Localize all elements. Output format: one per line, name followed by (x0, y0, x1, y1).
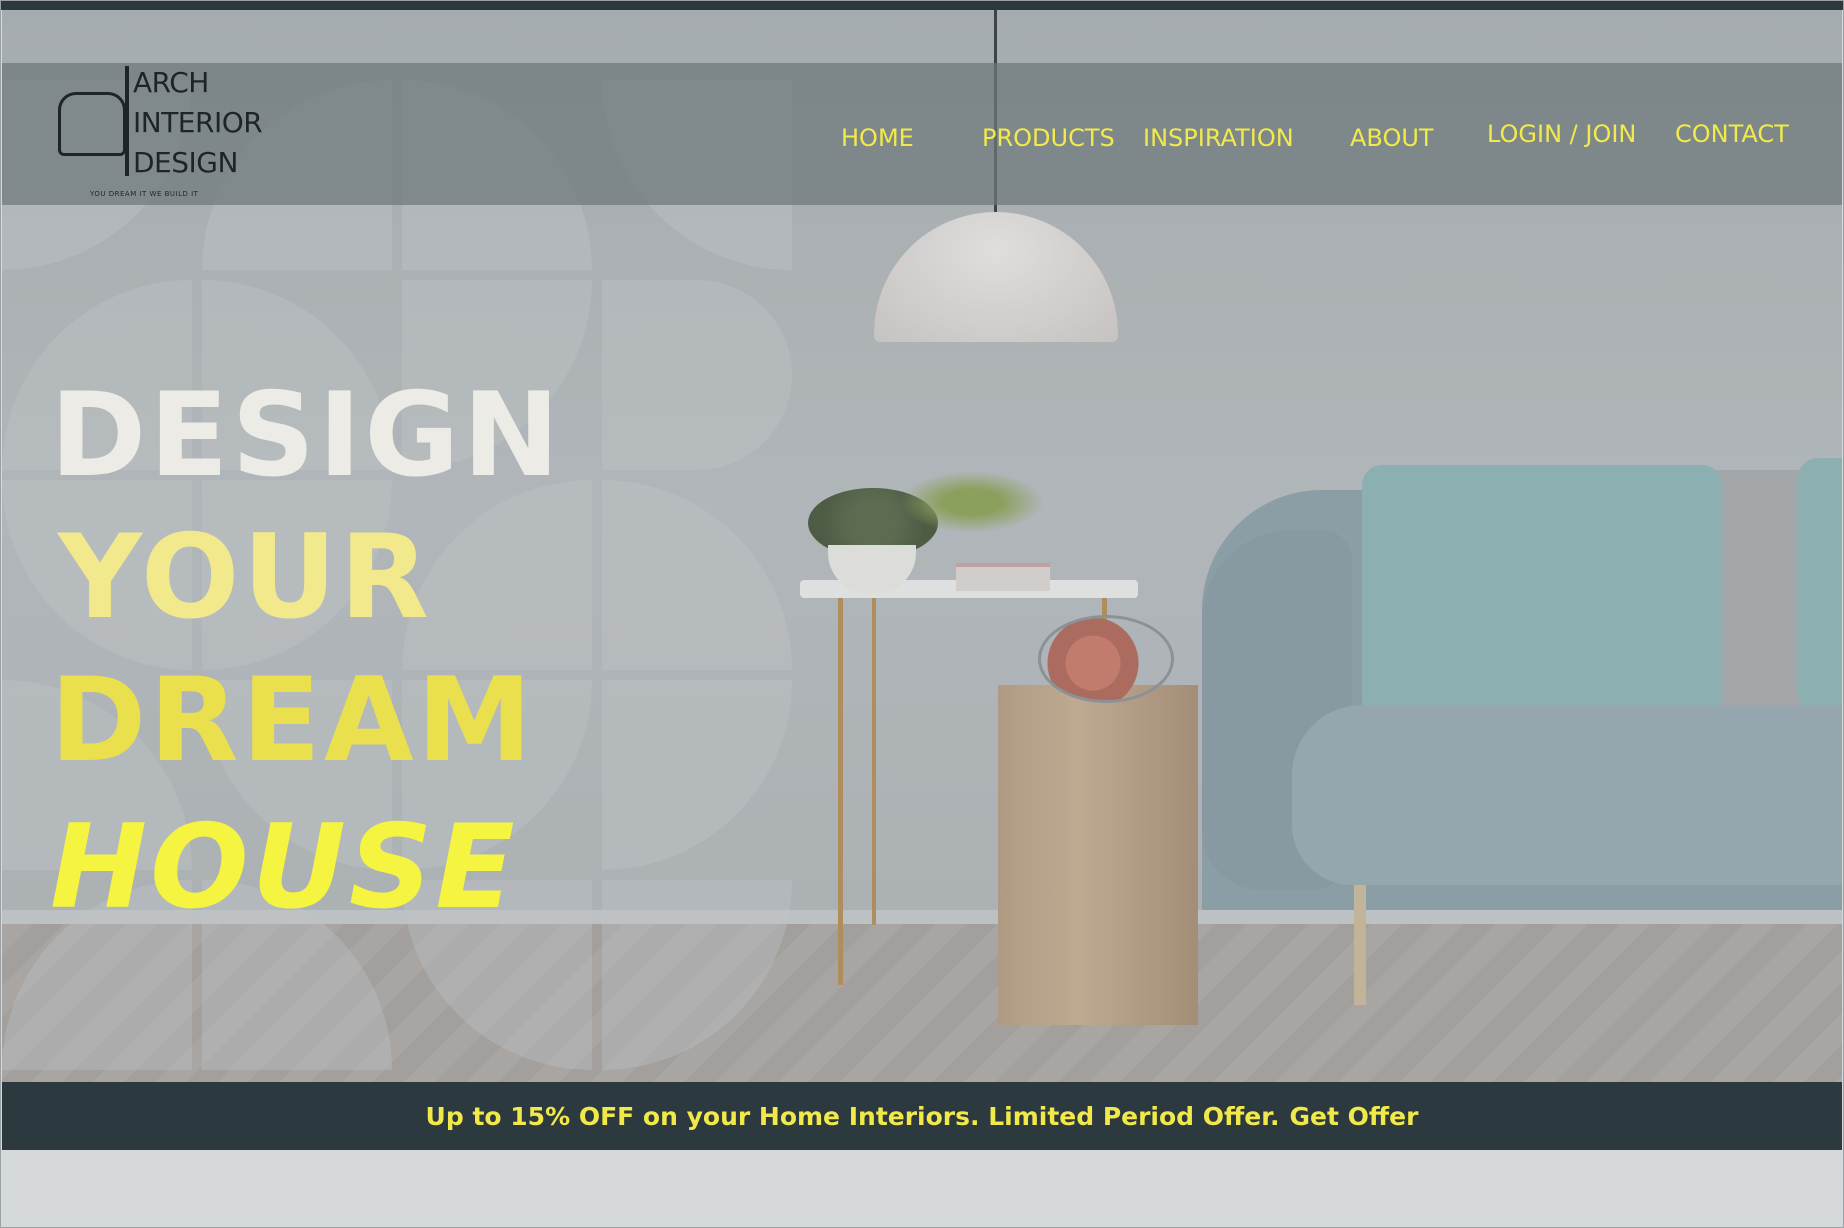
page-frame (0, 0, 1844, 1228)
